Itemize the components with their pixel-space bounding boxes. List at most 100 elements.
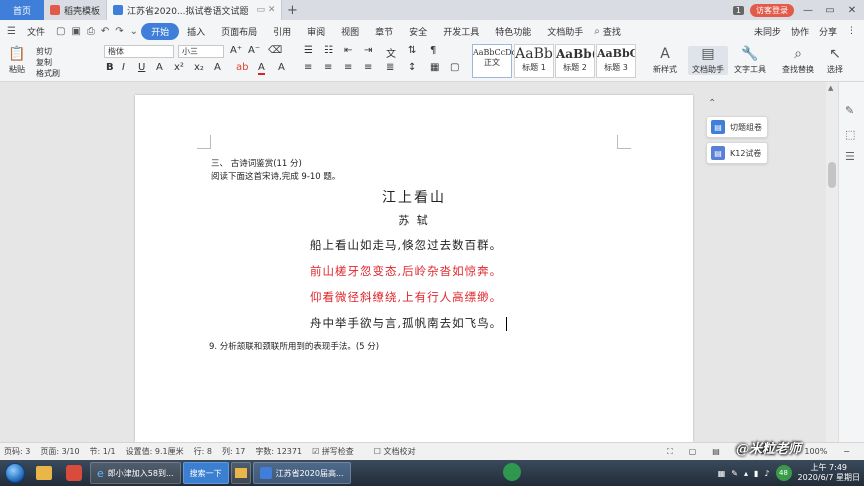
tray-badge[interactable]: 48 bbox=[775, 465, 792, 481]
sync-status[interactable]: 未同步 bbox=[754, 25, 781, 38]
wps-icon[interactable] bbox=[60, 462, 88, 484]
menu-references[interactable]: 引用 bbox=[265, 25, 299, 38]
bullet-list-icon[interactable]: ☰ bbox=[304, 45, 313, 56]
font-name-select[interactable]: 楷体 bbox=[104, 45, 174, 58]
minimize-icon[interactable]: — bbox=[800, 5, 816, 16]
status-setting[interactable]: 设置值: 9.1厘米 bbox=[126, 446, 184, 457]
menu-view[interactable]: 视图 bbox=[333, 25, 367, 38]
print-icon[interactable]: ⎙ bbox=[84, 26, 98, 37]
hamburger-icon[interactable]: ☰ bbox=[4, 26, 19, 37]
login-button[interactable]: 访客登录 bbox=[750, 3, 794, 17]
select-button[interactable]: ↖ 选择 bbox=[822, 46, 848, 75]
fullscreen-icon[interactable]: ⛶ bbox=[667, 447, 673, 457]
new-style-button[interactable]: A 新样式 bbox=[648, 46, 682, 75]
collaborate-button[interactable]: 协作 bbox=[791, 25, 809, 38]
copy-button[interactable]: 复制 bbox=[36, 57, 52, 68]
doc-assistant-button[interactable]: ▤ 文档助手 bbox=[688, 46, 728, 75]
justify-icon[interactable]: ≡ bbox=[364, 62, 372, 73]
status-col[interactable]: 列: 17 bbox=[222, 446, 245, 457]
distribute-icon[interactable]: ≣ bbox=[386, 62, 394, 73]
borders-icon[interactable]: ▢ bbox=[450, 62, 459, 73]
menu-security[interactable]: 安全 bbox=[401, 25, 435, 38]
format-painter-button[interactable]: 格式刷 bbox=[36, 68, 60, 79]
status-row[interactable]: 行: 8 bbox=[194, 446, 212, 457]
menu-chapter[interactable]: 章节 bbox=[367, 25, 401, 38]
network-icon[interactable]: ▮ bbox=[754, 469, 758, 478]
strikethrough-icon[interactable]: A bbox=[156, 62, 163, 73]
spell-check-toggle[interactable]: ☑ 拼写检查 bbox=[312, 446, 364, 457]
style-heading-2[interactable]: AaBb( 标题 2 bbox=[555, 44, 595, 78]
select-tool-icon[interactable]: ⬚ bbox=[845, 128, 855, 141]
style-heading-1[interactable]: AaBb 标题 1 bbox=[514, 44, 554, 78]
indent-icon[interactable]: ⇥ bbox=[364, 45, 372, 56]
subscript-icon[interactable]: x₂ bbox=[194, 62, 204, 73]
menu-page-layout[interactable]: 页面布局 bbox=[213, 25, 265, 38]
text-tool-button[interactable]: 🔧 文字工具 bbox=[730, 46, 770, 75]
numbered-list-icon[interactable]: ☷ bbox=[324, 45, 333, 56]
taskbar-wps-document[interactable]: 江苏省2020届高... bbox=[252, 462, 351, 484]
collapse-panel-icon[interactable]: ⌃ bbox=[708, 98, 716, 109]
page-view-icon[interactable]: ▤ bbox=[712, 447, 720, 456]
align-right-icon[interactable]: ≡ bbox=[344, 62, 352, 73]
menu-insert[interactable]: 插入 bbox=[179, 25, 213, 38]
outdent-icon[interactable]: ⇤ bbox=[344, 45, 352, 56]
taskbar-folder-button[interactable] bbox=[230, 462, 251, 484]
menu-features[interactable]: 特色功能 bbox=[487, 25, 539, 38]
tab-home[interactable]: 首页 bbox=[0, 0, 44, 20]
superscript-icon[interactable]: x² bbox=[174, 62, 184, 73]
font-size-select[interactable]: 小三 bbox=[178, 45, 224, 58]
vertical-scrollbar[interactable]: ▲ bbox=[826, 82, 838, 442]
start-button[interactable] bbox=[0, 460, 30, 486]
scroll-thumb[interactable] bbox=[828, 162, 836, 188]
more-icon[interactable]: ⋮ bbox=[847, 26, 856, 36]
chinese-layout-icon[interactable]: 文 bbox=[386, 45, 396, 60]
document-page[interactable]: 三、 古诗词鉴赏(11 分) 阅读下面这首宋诗,完成 9-10 题。 江上看山 … bbox=[135, 95, 693, 442]
open-icon[interactable]: ▢ bbox=[53, 26, 68, 37]
proofread-toggle[interactable]: ☐ 文档校对 bbox=[374, 446, 426, 457]
shading-icon[interactable]: ▦ bbox=[430, 62, 439, 73]
menu-file[interactable]: 文件 bbox=[19, 25, 53, 38]
settings-sliders-icon[interactable]: ☰ bbox=[845, 150, 855, 163]
zoom-out-icon[interactable]: − bbox=[843, 447, 850, 456]
line-spacing-icon[interactable]: ↕ bbox=[408, 62, 416, 73]
redo-icon[interactable]: ↷ bbox=[112, 26, 126, 37]
chevron-down-icon[interactable]: ⌄ bbox=[127, 26, 141, 37]
tab-document[interactable]: 江苏省2020...拟试卷语文试题 ▭ ✕ bbox=[107, 0, 283, 20]
pen-icon[interactable]: ✎ bbox=[845, 104, 854, 117]
k12-exam-card[interactable]: ▤ K12试卷 bbox=[706, 142, 768, 164]
status-page-of[interactable]: 页面: 3/10 bbox=[40, 446, 79, 457]
show-marks-icon[interactable]: ¶ bbox=[430, 45, 436, 56]
explorer-icon[interactable] bbox=[30, 462, 58, 484]
share-button[interactable]: 分享 bbox=[819, 25, 837, 38]
new-tab-button[interactable]: + bbox=[282, 0, 302, 20]
menu-search[interactable]: 查找 bbox=[603, 25, 629, 38]
sort-icon[interactable]: ⇅ bbox=[408, 45, 416, 56]
taskbar-browser-window[interactable]: e 郎小津加入58到... bbox=[90, 462, 181, 484]
paste-button[interactable]: 📋 粘贴 bbox=[6, 46, 28, 75]
style-normal[interactable]: AaBbCcDd 正文 bbox=[472, 44, 517, 78]
menu-review[interactable]: 审阅 bbox=[299, 25, 333, 38]
style-heading-3[interactable]: AaBbC 标题 3 bbox=[596, 44, 636, 78]
scroll-up-icon[interactable]: ▲ bbox=[828, 84, 833, 92]
menu-developer[interactable]: 开发工具 bbox=[435, 25, 487, 38]
tray-pen-icon[interactable]: ✎ bbox=[731, 469, 738, 478]
align-left-icon[interactable]: ≡ bbox=[304, 62, 312, 73]
align-center-icon[interactable]: ≡ bbox=[324, 62, 332, 73]
window-count-badge[interactable]: 1 bbox=[732, 5, 744, 15]
save-icon[interactable]: ▣ bbox=[68, 26, 83, 37]
highlight-icon[interactable]: ab bbox=[236, 62, 248, 73]
menu-home[interactable]: 开始 bbox=[141, 22, 180, 40]
char-shading-icon[interactable]: A bbox=[278, 62, 285, 73]
status-page[interactable]: 页码: 3 bbox=[4, 446, 30, 457]
zoom-level[interactable]: 100% bbox=[804, 447, 827, 456]
maximize-icon[interactable]: ▭ bbox=[822, 5, 838, 16]
tray-app-icon[interactable]: ▦ bbox=[718, 469, 726, 478]
system-clock[interactable]: 上午 7:49 2020/6/7 星期日 bbox=[798, 463, 860, 483]
tray-expand-icon[interactable]: ▴ bbox=[744, 469, 748, 478]
find-replace-button[interactable]: ⌕ 查找替换 bbox=[776, 46, 820, 75]
taskbar-search-button[interactable]: 搜索一下 bbox=[182, 462, 229, 484]
grow-font-icon[interactable]: A⁺ bbox=[230, 45, 242, 56]
undo-icon[interactable]: ↶ bbox=[98, 26, 112, 37]
volume-icon[interactable]: ♪ bbox=[764, 469, 769, 478]
text-effect-icon[interactable]: A bbox=[214, 62, 221, 73]
